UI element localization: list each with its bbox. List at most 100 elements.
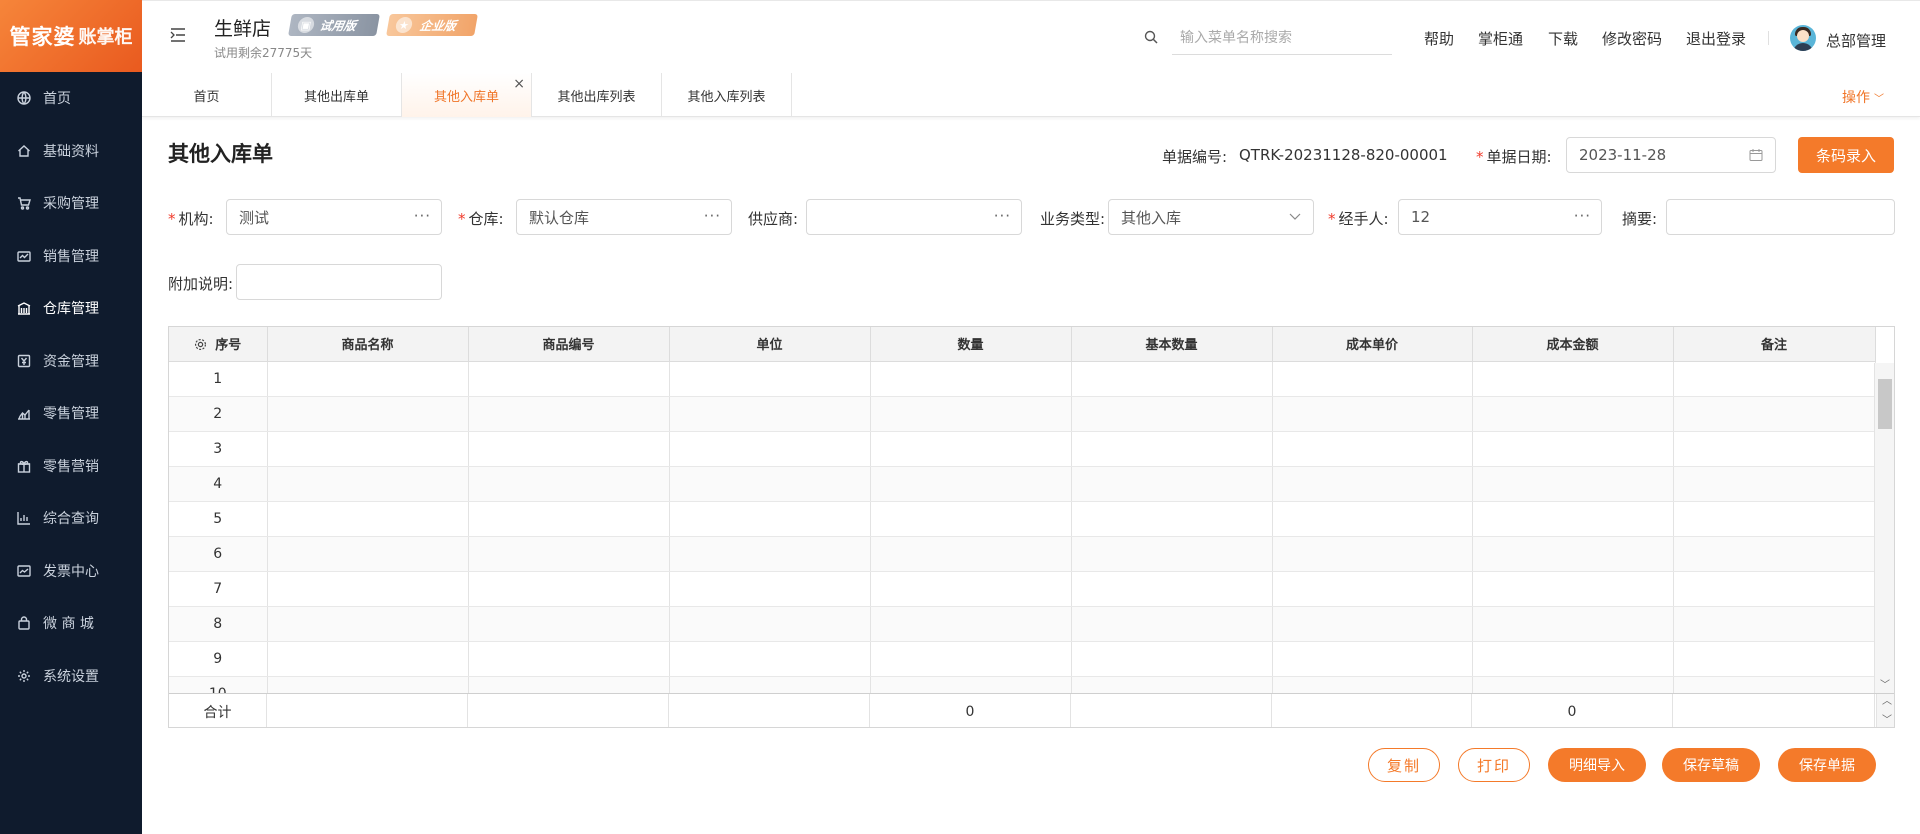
brand-logo[interactable]: 管家婆 账掌柜	[0, 0, 142, 72]
sidebar-item-sales[interactable]: 销售管理	[0, 230, 142, 283]
sidebar-item-home[interactable]: 基础资料	[0, 125, 142, 178]
grid-scrollbar[interactable]: ﹀	[1874, 363, 1894, 693]
sidebar-item-chart[interactable]: 零售管理	[0, 387, 142, 440]
grid-cell[interactable]	[1673, 536, 1876, 572]
col-remark[interactable]: 备注	[1673, 327, 1876, 362]
grid-cell[interactable]	[1472, 361, 1674, 397]
table-row[interactable]: 6	[169, 536, 1876, 572]
copy-button[interactable]: 复制	[1368, 748, 1440, 782]
sidebar-item-warehouse[interactable]: 仓库管理	[0, 282, 142, 335]
biz-type-select[interactable]: 其他入库	[1108, 199, 1314, 235]
sidebar-item-globe[interactable]: 首页	[0, 72, 142, 125]
grid-cell[interactable]	[468, 571, 670, 607]
grid-cell[interactable]	[468, 396, 670, 432]
grid-cell[interactable]	[1673, 431, 1876, 467]
grid-cell[interactable]	[267, 431, 469, 467]
supplier-select[interactable]: ···	[806, 199, 1022, 235]
grid-cell[interactable]	[669, 501, 871, 537]
sidebar-item-bar-chart[interactable]: 综合查询	[0, 492, 142, 545]
grid-cell[interactable]	[1071, 606, 1273, 642]
table-row[interactable]: 2	[169, 396, 1876, 432]
col-seq[interactable]: 序号	[169, 327, 268, 362]
grid-cell[interactable]	[1272, 466, 1473, 502]
grid-cell[interactable]	[1272, 361, 1473, 397]
grid-cell[interactable]	[1071, 396, 1273, 432]
grid-cell[interactable]	[1673, 571, 1876, 607]
grid-cell[interactable]	[1673, 466, 1876, 502]
ellipsis-icon[interactable]: ···	[704, 207, 721, 225]
grid-cell[interactable]	[267, 466, 469, 502]
col-unit[interactable]: 单位	[669, 327, 871, 362]
table-row[interactable]: 7	[169, 571, 1876, 607]
grid-cell[interactable]	[1272, 536, 1473, 572]
change-password-link[interactable]: 修改密码	[1602, 28, 1662, 49]
grid-cell[interactable]	[1272, 501, 1473, 537]
save-draft-button[interactable]: 保存草稿	[1662, 748, 1760, 782]
grid-cell[interactable]	[1071, 431, 1273, 467]
grid-cell[interactable]	[870, 606, 1072, 642]
grid-cell[interactable]	[267, 361, 469, 397]
table-row[interactable]: 3	[169, 431, 1876, 467]
grid-cell[interactable]	[1472, 396, 1674, 432]
scroll-thumb[interactable]	[1878, 379, 1892, 429]
grid-cell[interactable]	[870, 361, 1072, 397]
grid-cell[interactable]	[1673, 641, 1876, 677]
grid-cell[interactable]	[870, 501, 1072, 537]
grid-cell[interactable]	[1272, 396, 1473, 432]
table-row[interactable]: 8	[169, 606, 1876, 642]
summary-input[interactable]	[1666, 199, 1895, 235]
help-link[interactable]: 帮助	[1424, 28, 1454, 49]
sidebar-item-money[interactable]: 资金管理	[0, 335, 142, 388]
org-select[interactable]: 测试 ···	[226, 199, 442, 235]
grid-cell[interactable]	[669, 431, 871, 467]
logout-link[interactable]: 退出登录	[1686, 28, 1746, 49]
grid-cell[interactable]	[468, 361, 670, 397]
table-row[interactable]: 9	[169, 641, 1876, 677]
close-icon[interactable]: ×	[513, 77, 525, 91]
scroll-up-icon[interactable]: ︿	[1882, 697, 1892, 707]
sidebar-item-invoice[interactable]: 发票中心	[0, 545, 142, 598]
barcode-entry-button[interactable]: 条码录入	[1798, 137, 1894, 173]
grid-cell[interactable]	[468, 431, 670, 467]
col-cost-price[interactable]: 成本单价	[1272, 327, 1473, 362]
col-quantity[interactable]: 数量	[870, 327, 1072, 362]
extra-note-input[interactable]	[236, 264, 442, 300]
grid-cell[interactable]	[669, 466, 871, 502]
grid-cell[interactable]	[870, 536, 1072, 572]
grid-cell[interactable]	[1071, 466, 1273, 502]
grid-cell[interactable]	[1472, 641, 1674, 677]
col-cost-amount[interactable]: 成本金额	[1472, 327, 1674, 362]
operations-dropdown[interactable]: 操作 ﹀	[1842, 87, 1884, 107]
tab-other-outbound-list[interactable]: 其他出库列表	[532, 73, 662, 117]
menu-collapse-icon[interactable]	[169, 26, 187, 44]
grid-cell[interactable]	[267, 571, 469, 607]
doc-date-picker[interactable]: 2023-11-28	[1566, 137, 1776, 173]
grid-cell[interactable]	[669, 641, 871, 677]
grid-cell[interactable]	[1272, 431, 1473, 467]
grid-cell[interactable]	[870, 396, 1072, 432]
grid-cell[interactable]	[1272, 571, 1473, 607]
grid-cell[interactable]	[870, 466, 1072, 502]
col-product-code[interactable]: 商品编号	[468, 327, 670, 362]
col-product-name[interactable]: 商品名称	[267, 327, 469, 362]
grid-cell[interactable]	[870, 571, 1072, 607]
scroll-down-icon[interactable]: ﹀	[1882, 716, 1892, 726]
grid-cell[interactable]	[1472, 501, 1674, 537]
grid-cell[interactable]	[669, 571, 871, 607]
tab-other-inbound-list[interactable]: 其他入库列表	[662, 73, 792, 117]
grid-cell[interactable]	[1071, 361, 1273, 397]
print-button[interactable]: 打印	[1458, 748, 1530, 782]
table-row[interactable]: 1	[169, 361, 1876, 397]
grid-cell[interactable]	[267, 536, 469, 572]
tab-other-outbound[interactable]: 其他出库单	[272, 73, 402, 117]
grid-cell[interactable]	[669, 361, 871, 397]
grid-cell[interactable]	[1673, 361, 1876, 397]
grid-cell[interactable]	[1272, 606, 1473, 642]
grid-cell[interactable]	[669, 536, 871, 572]
grid-cell[interactable]	[669, 606, 871, 642]
grid-cell[interactable]	[1071, 571, 1273, 607]
total-scrollbar[interactable]: ︿ ﹀	[1876, 694, 1894, 727]
grid-cell[interactable]	[1673, 501, 1876, 537]
grid-cell[interactable]	[669, 396, 871, 432]
sidebar-item-gear[interactable]: 系统设置	[0, 650, 142, 703]
